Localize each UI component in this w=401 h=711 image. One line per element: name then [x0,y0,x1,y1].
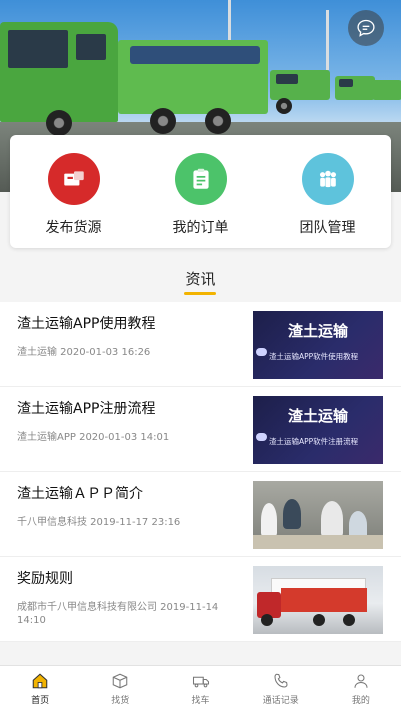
news-title: 渣土运输APP注册流程 [17,401,156,417]
news-item[interactable]: 渣土运输APP使用教程 渣土运输 2020-01-03 16:26 渣土运输 渣… [0,302,401,387]
news-thumbnail: 渣土运输 渣土运输APP软件注册流程 [253,396,383,464]
news-item[interactable]: 渣土运输APP注册流程 渣土运输APP 2020-01-03 14:01 渣土运… [0,387,401,472]
tab-home[interactable]: 首页 [0,666,80,711]
chat-bubble-icon [357,19,375,37]
chat-button[interactable] [348,10,384,46]
tab-label: 找货 [111,695,130,706]
team-management-button[interactable]: 团队管理 [273,153,383,248]
news-title: 渣土运输ＡＰＰ简介 [17,486,143,502]
quick-menu: 发布货源 我的订单 团队管理 [10,135,391,248]
thumbnail-title: 渣土运输 [287,407,348,425]
bottom-tab-bar: 首页 找货 找车 通话记录 我的 [0,665,401,711]
thumbnail-subtitle: 渣土运输APP软件注册流程 [269,437,359,446]
news-item[interactable]: 奖励规则 成都市千八甲信息科技有限公司 2019-11-14 14:10 [0,557,401,642]
box-icon [113,673,128,688]
tab-profile[interactable]: 我的 [321,666,401,711]
home-icon [32,673,48,688]
news-title: 渣土运输APP使用教程 [17,316,156,332]
news-meta: 成都市千八甲信息科技有限公司 2019-11-14 14:10 [17,602,219,626]
news-list: 渣土运输APP使用教程 渣土运输 2020-01-03 16:26 渣土运输 渣… [0,302,401,642]
menu-label: 发布货源 [45,220,102,236]
news-item[interactable]: 渣土运输ＡＰＰ简介 千八甲信息科技 2019-11-17 23:16 [0,472,401,557]
news-thumbnail [253,481,383,549]
user-icon [354,673,368,688]
news-title: 奖励规则 [17,571,73,587]
thumbnail-title: 渣土运输 [287,322,348,340]
news-meta: 渣土运输APP 2020-01-03 14:01 [17,432,170,443]
cloud-icon [256,348,267,356]
cargo-box-icon [47,153,100,205]
news-section-title: 资讯 [185,270,216,288]
tab-find-cargo[interactable]: 找货 [80,666,160,711]
thumbnail-subtitle: 渣土运输APP软件使用教程 [269,352,359,361]
news-thumbnail [253,566,383,634]
cloud-icon [256,433,267,441]
tab-label: 首页 [31,695,50,706]
menu-label: 我的订单 [172,220,229,236]
tab-label: 通话记录 [262,695,299,706]
tab-label: 找车 [191,695,210,706]
news-thumbnail: 渣土运输 渣土运输APP软件使用教程 [253,311,383,379]
tab-label: 我的 [351,695,370,706]
news-meta: 千八甲信息科技 2019-11-17 23:16 [17,517,181,528]
section-underline [184,292,216,295]
light-pole [326,10,329,70]
clipboard-icon [174,153,227,205]
publish-cargo-button[interactable]: 发布货源 [19,153,129,248]
tab-call-log[interactable]: 通话记录 [241,666,321,711]
truck-icon [192,676,209,687]
menu-label: 团队管理 [299,220,356,236]
tab-find-truck[interactable]: 找车 [160,666,240,711]
my-orders-button[interactable]: 我的订单 [146,153,256,248]
news-meta: 渣土运输 2020-01-03 16:26 [17,347,151,358]
phone-icon [274,673,288,688]
team-icon [301,153,354,205]
